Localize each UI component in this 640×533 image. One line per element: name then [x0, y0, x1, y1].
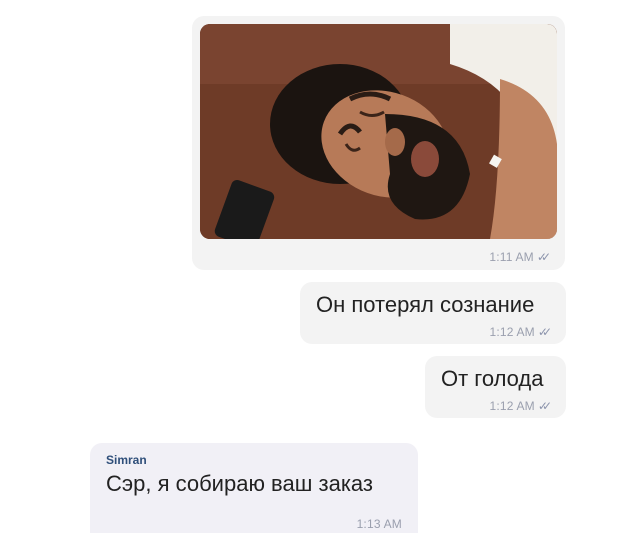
message-photo[interactable]	[200, 24, 557, 239]
message-bubble-image[interactable]: 1:11 AM ✓✓	[192, 16, 565, 270]
sender-name[interactable]: Simran	[106, 453, 402, 467]
message-time: 1:12 AM	[489, 399, 535, 413]
message-meta: 1:12 AM ✓✓	[489, 399, 552, 413]
message-text: Сэр, я собираю ваш заказ	[106, 471, 373, 496]
message-meta: 1:12 AM ✓✓	[489, 325, 552, 339]
double-check-icon: ✓✓	[537, 399, 552, 413]
photo-illustration	[200, 24, 557, 239]
message-time: 1:13 AM	[356, 517, 402, 531]
message-meta: 1:13 AM	[357, 517, 402, 531]
message-time: 1:12 AM	[489, 325, 535, 339]
message-meta: 1:11 AM ✓✓	[489, 250, 551, 264]
message-text: Он потерял сознание	[316, 292, 535, 317]
message-bubble-text[interactable]: Он потерял сознание 1:12 AM ✓✓	[300, 282, 566, 344]
message-bubble-incoming[interactable]: Simran Сэр, я собираю ваш заказ 1:13 AM	[90, 443, 418, 533]
chat-thread: 1:11 AM ✓✓ Он потерял сознание 1:12 AM ✓…	[0, 0, 640, 533]
double-check-icon: ✓✓	[536, 250, 551, 264]
message-text: От голода	[441, 366, 544, 391]
double-check-icon: ✓✓	[537, 325, 552, 339]
message-bubble-text[interactable]: От голода 1:12 AM ✓✓	[425, 356, 566, 418]
message-time: 1:11 AM	[489, 250, 534, 264]
